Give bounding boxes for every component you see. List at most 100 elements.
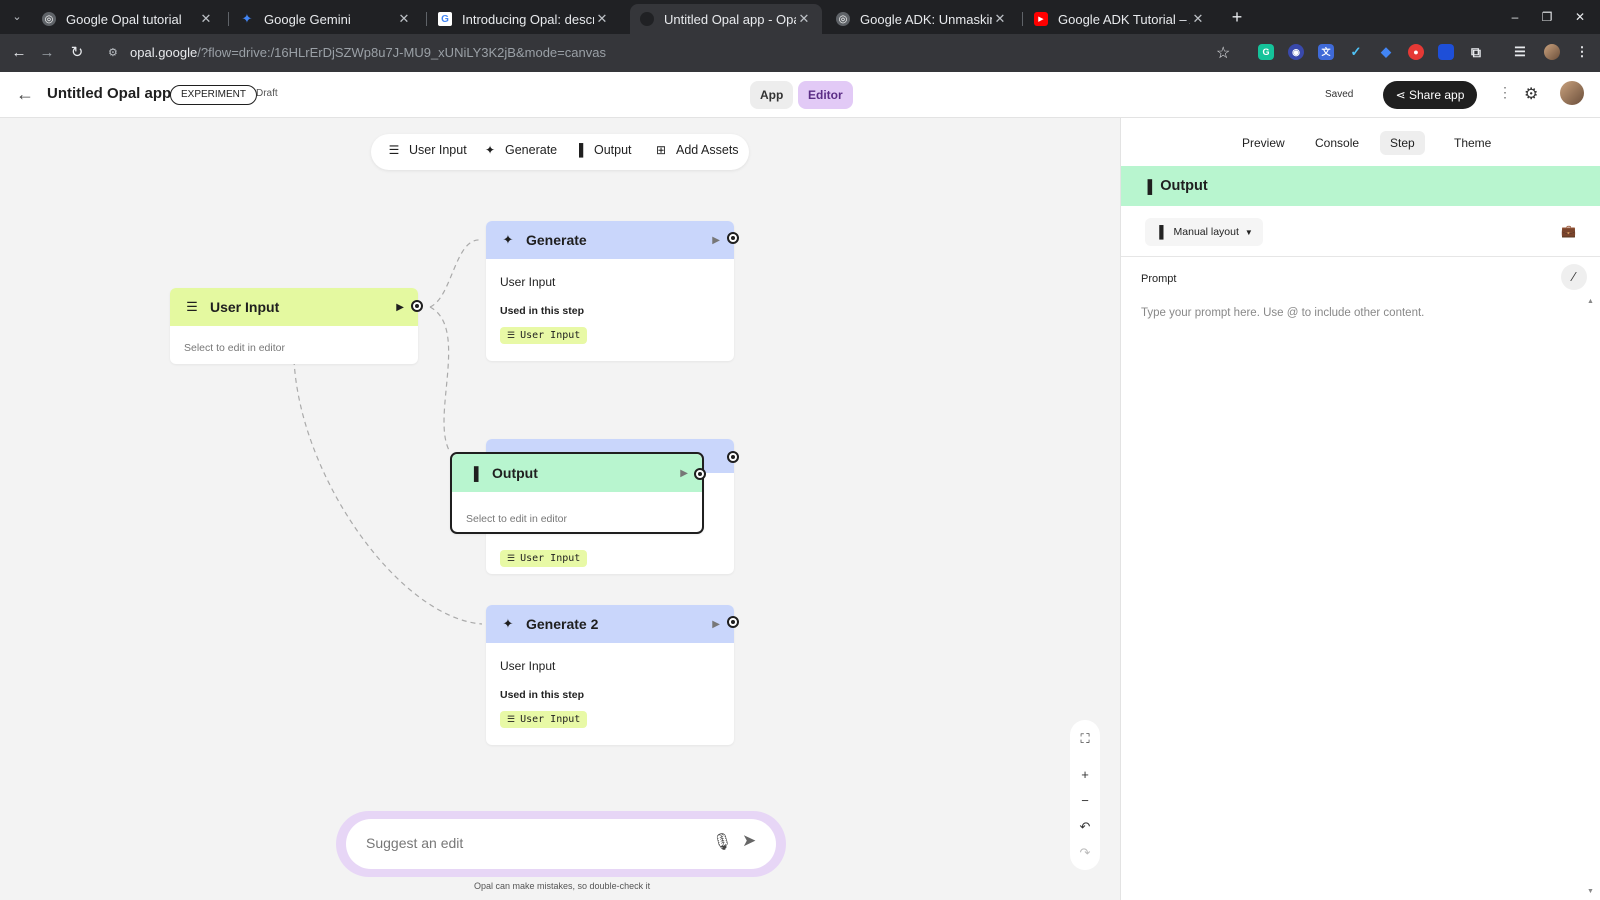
forward-icon[interactable]: → bbox=[38, 44, 56, 62]
output-port[interactable] bbox=[411, 300, 423, 312]
new-tab-button[interactable]: + bbox=[1226, 6, 1248, 28]
back-arrow-icon[interactable]: ← bbox=[16, 84, 34, 105]
node-placeholder: Select to edit in editor bbox=[184, 342, 285, 354]
output-port[interactable] bbox=[694, 468, 706, 480]
close-tab-icon[interactable]: ✕ bbox=[396, 11, 412, 27]
undo-icon[interactable]: ↶ bbox=[1070, 818, 1100, 836]
reading-list-icon[interactable]: ☰ bbox=[1512, 44, 1528, 60]
gemini-icon: ✦ bbox=[241, 11, 253, 26]
bar-chart-icon: ▐ bbox=[1155, 225, 1164, 239]
url-field[interactable]: ⚙ opal.google/?flow=drive:/16HLrErDjSZWp… bbox=[100, 39, 1230, 67]
output-port[interactable] bbox=[727, 451, 739, 463]
play-icon[interactable]: ▶ bbox=[396, 302, 404, 313]
extensions-puzzle-icon[interactable]: ⧉ bbox=[1468, 44, 1484, 60]
user-input-node[interactable]: ☰ User Input ▶ Select to edit in editor bbox=[170, 288, 418, 364]
close-tab-icon[interactable]: ✕ bbox=[594, 11, 610, 27]
browser-tab-introducing-opal[interactable]: G Introducing Opal: descri ✕ bbox=[428, 4, 620, 34]
node-title: User Input bbox=[210, 299, 280, 315]
extension-icon[interactable] bbox=[1438, 44, 1454, 60]
scroll-down-icon[interactable]: ▼ bbox=[1587, 888, 1594, 895]
close-window-icon[interactable]: ✕ bbox=[1570, 8, 1590, 26]
user-input-chip[interactable]: ☰ User Input bbox=[500, 327, 588, 344]
gear-icon[interactable]: ⚙ bbox=[1524, 84, 1538, 104]
restore-icon[interactable]: ❐ bbox=[1537, 8, 1557, 26]
browser-menu-icon[interactable]: ⋮ bbox=[1574, 44, 1590, 60]
flow-canvas[interactable]: ☰ User Input ✦ Generate ▐ Output ⊞ Add Asset… bbox=[0, 118, 1120, 900]
node-title: Generate bbox=[526, 232, 587, 248]
close-tab-icon[interactable]: ✕ bbox=[198, 11, 214, 27]
editor-mode-button[interactable]: Editor bbox=[798, 81, 853, 109]
translate-extension-icon[interactable]: 文 bbox=[1318, 44, 1334, 60]
briefcase-icon[interactable]: 💼 bbox=[1561, 224, 1576, 238]
more-options-icon[interactable]: ⋮ bbox=[1498, 84, 1512, 101]
prompt-input[interactable]: Type your prompt here. Use @ to include … bbox=[1141, 307, 1424, 319]
add-user-input-button[interactable]: ☰ User Input bbox=[387, 143, 467, 157]
globe-icon: ◎ bbox=[836, 12, 850, 26]
extension-icon[interactable]: ● bbox=[1408, 44, 1424, 60]
bookmark-star-icon[interactable]: ☆ bbox=[1216, 43, 1230, 63]
saved-status: Saved bbox=[1325, 89, 1354, 100]
play-icon[interactable]: ▶ bbox=[712, 619, 720, 630]
add-generate-button[interactable]: ✦ Generate bbox=[483, 143, 557, 157]
disclaimer-text: Opal can make mistakes, so double-check … bbox=[474, 881, 651, 891]
avatar[interactable] bbox=[1560, 81, 1584, 105]
tab-preview[interactable]: Preview bbox=[1232, 131, 1295, 155]
close-tab-icon[interactable]: ✕ bbox=[796, 11, 812, 27]
user-input-chip[interactable]: ☰ User Input bbox=[500, 550, 588, 567]
site-settings-icon[interactable]: ⚙ bbox=[108, 46, 122, 60]
bar-chart-icon: ▐ bbox=[469, 465, 479, 481]
fit-view-icon[interactable]: ⛶ bbox=[1070, 730, 1100, 748]
close-tab-icon[interactable]: ✕ bbox=[992, 11, 1008, 27]
used-in-step-label: Used in this step bbox=[500, 305, 585, 317]
microphone-icon[interactable]: 🎙 bbox=[712, 832, 732, 852]
tab-search-icon[interactable]: ⌄ bbox=[8, 8, 26, 26]
sparkle-icon: ✦ bbox=[502, 616, 514, 631]
globe-icon: ◎ bbox=[42, 12, 56, 26]
play-icon[interactable]: ▶ bbox=[680, 468, 688, 479]
reload-icon[interactable]: ↻ bbox=[68, 44, 86, 62]
tab-step[interactable]: Step bbox=[1380, 131, 1425, 155]
browser-tab-opal-tutorial[interactable]: ◎ Google Opal tutorial ✕ bbox=[32, 4, 224, 34]
app-mode-button[interactable]: App bbox=[750, 81, 794, 109]
browser-tab-gemini[interactable]: ✦ Google Gemini ✕ bbox=[230, 4, 422, 34]
app-title[interactable]: Untitled Opal app bbox=[47, 85, 171, 102]
scroll-up-icon[interactable]: ▲ bbox=[1587, 298, 1594, 305]
divider bbox=[1121, 256, 1600, 257]
play-icon[interactable]: ▶ bbox=[712, 235, 720, 246]
step-title[interactable]: Output bbox=[1160, 178, 1208, 194]
zoom-in-icon[interactable]: + bbox=[1070, 766, 1100, 784]
generate-2-node[interactable]: ✦ Generate 2 ▶ User Input Used in this s… bbox=[486, 605, 734, 745]
browser-tab-adk-unmasking[interactable]: ◎ Google ADK: Unmasking ✕ bbox=[826, 4, 1018, 34]
grammarly-extension-icon[interactable]: G bbox=[1258, 44, 1274, 60]
send-icon[interactable]: ➤ bbox=[742, 831, 756, 851]
generate-node[interactable]: ✦ Generate ▶ User Input Used in this ste… bbox=[486, 221, 734, 361]
browser-tab-adk-tutorial[interactable]: ▶ Google ADK Tutorial – Ag ✕ bbox=[1024, 4, 1216, 34]
panel-tabs: Preview Console Step Theme bbox=[1121, 118, 1600, 166]
output-port[interactable] bbox=[727, 232, 739, 244]
step-panel: Preview Console Step Theme ▐ Output ▐ Ma… bbox=[1120, 118, 1600, 900]
add-output-button[interactable]: ▐ Output bbox=[572, 143, 632, 157]
back-icon[interactable]: ← bbox=[10, 44, 28, 62]
output-port[interactable] bbox=[727, 616, 739, 628]
share-app-label: Share app bbox=[1409, 88, 1465, 102]
extension-icon[interactable]: ✓ bbox=[1348, 44, 1364, 60]
extension-icon[interactable]: ◆ bbox=[1378, 44, 1394, 60]
suggest-edit-input[interactable]: Suggest an edit 🎙 ➤ bbox=[346, 819, 776, 869]
profile-avatar[interactable] bbox=[1544, 44, 1560, 60]
zoom-out-icon[interactable]: − bbox=[1070, 792, 1100, 810]
output-node[interactable]: ▐ Output ▶ Select to edit in editor bbox=[450, 452, 704, 534]
extension-icon[interactable]: ◉ bbox=[1288, 44, 1304, 60]
user-input-chip[interactable]: ☰ User Input bbox=[500, 711, 588, 728]
list-icon: ☰ bbox=[388, 143, 400, 157]
close-tab-icon[interactable]: ✕ bbox=[1190, 11, 1206, 27]
magic-wand-icon[interactable]: ⁄ bbox=[1561, 264, 1587, 290]
redo-icon[interactable]: ↷ bbox=[1070, 844, 1100, 862]
minimize-icon[interactable]: – bbox=[1505, 8, 1525, 26]
tab-theme[interactable]: Theme bbox=[1444, 131, 1501, 155]
share-app-button[interactable]: ⋖ Share app bbox=[1383, 81, 1477, 109]
url-path: /?flow=drive:/16HLrErDjSZWp8u7J-MU9_xUNi… bbox=[197, 45, 606, 60]
layout-dropdown[interactable]: ▐ Manual layout ▼ bbox=[1145, 218, 1263, 246]
add-assets-button[interactable]: ⊞ Add Assets bbox=[654, 143, 739, 157]
browser-tab-opal-app[interactable]: Untitled Opal app - Opal ✕ bbox=[630, 4, 822, 34]
tab-console[interactable]: Console bbox=[1305, 131, 1369, 155]
